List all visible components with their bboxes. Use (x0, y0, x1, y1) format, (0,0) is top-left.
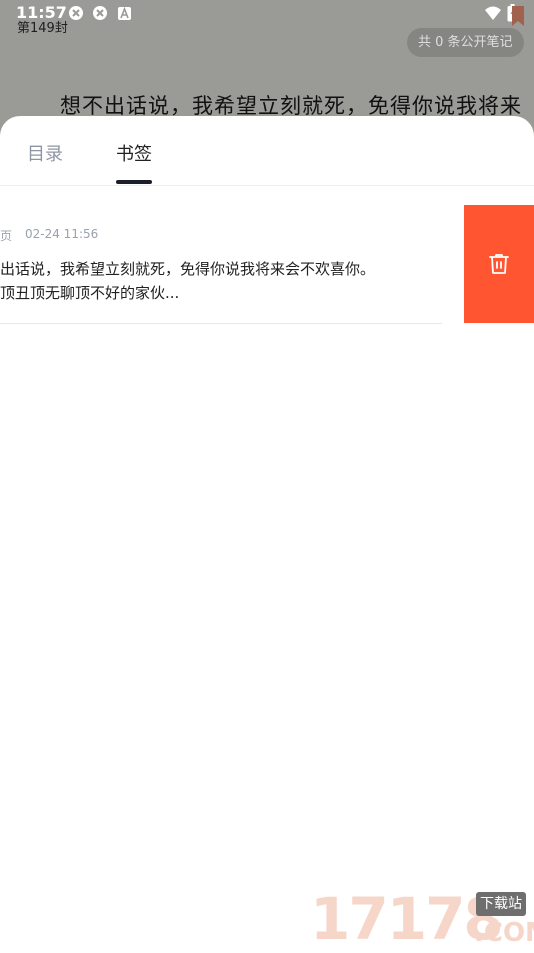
watermark-domain: .COM (474, 918, 534, 948)
toc-bookmark-sheet: 目录 书签 页 02-24 11:56 出话说，我希望立刻就死，免得你说我将来会… (0, 116, 534, 950)
bookmark-excerpt: 出话说，我希望立刻就死，免得你说我将来会不欢喜你。 顶丑顶无聊顶不好的家伙... (0, 257, 440, 305)
bookmark-page: 页 (0, 229, 13, 243)
wifi-icon (485, 6, 501, 20)
bookmark-date: 02-24 11:56 (25, 227, 99, 241)
watermark-logo: 17178 下载站 .COM (310, 888, 534, 950)
bookmark-excerpt-line: 出话说，我希望立刻就死，免得你说我将来会不欢喜你。 (0, 260, 376, 278)
status-bar: 11:57 (0, 0, 534, 28)
trash-icon (489, 254, 509, 274)
public-notes-button[interactable]: 共 0 条公开笔记 (407, 28, 524, 57)
bookmark-ribbon-icon (512, 6, 524, 26)
tab-bar: 目录 书签 (0, 116, 534, 186)
chapter-title: 第149封 (17, 21, 68, 36)
watermark-badge: 下载站 (476, 892, 526, 916)
tab-toc[interactable]: 目录 (27, 140, 63, 166)
bookmark-item[interactable]: 页 02-24 11:56 出话说，我希望立刻就死，免得你说我将来会不欢喜你。 … (0, 205, 534, 324)
tab-bookmarks[interactable]: 书签 (116, 140, 152, 166)
app-notification-icon (93, 6, 107, 20)
bookmark-excerpt-line: 顶丑顶无聊顶不好的家伙... (0, 284, 180, 302)
divider (0, 323, 442, 324)
active-tab-indicator (116, 180, 152, 184)
a-notification-icon (118, 7, 131, 20)
app-notification-icon (69, 6, 83, 20)
delete-bookmark-button[interactable] (464, 205, 534, 323)
